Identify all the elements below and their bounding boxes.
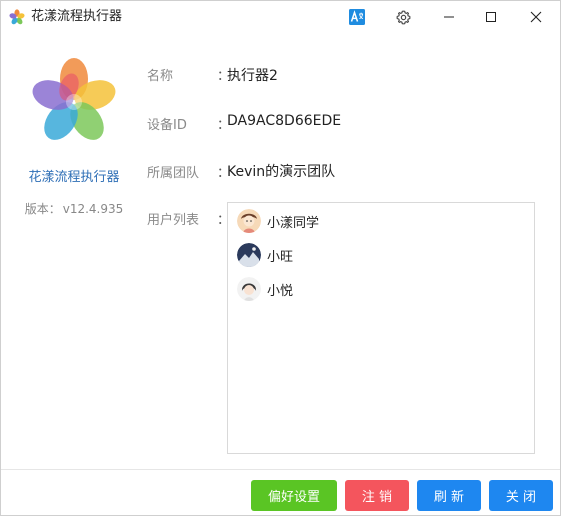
- executor-window: 花漾流程执行器 花漾流程执行器 版本： v12.4.935 名称 ： 执行器2 …: [0, 0, 561, 516]
- gear-icon: [396, 10, 410, 24]
- maximize-button[interactable]: [471, 1, 511, 33]
- device-id-label: 设备ID: [147, 118, 187, 133]
- name-label: 名称: [147, 69, 174, 84]
- list-item[interactable]: 小旺: [237, 242, 293, 268]
- refresh-button[interactable]: 刷 新: [417, 480, 481, 511]
- close-window-button[interactable]: [515, 1, 557, 33]
- version-label: 版本：: [24, 202, 61, 216]
- preferences-button[interactable]: 偏好设置: [251, 480, 337, 511]
- footer-divider: [1, 469, 560, 470]
- settings-button[interactable]: [387, 1, 419, 33]
- user-name: 小漾同学: [267, 215, 320, 231]
- app-logo-icon: [32, 58, 116, 140]
- minimize-button[interactable]: [429, 1, 469, 33]
- translate-button[interactable]: [341, 1, 373, 33]
- app-name: 花漾流程执行器: [28, 170, 120, 185]
- window-title: 花漾流程执行器: [31, 9, 123, 24]
- minimize-icon: [444, 16, 454, 18]
- translate-icon: [349, 9, 365, 25]
- app-flower-icon: [9, 9, 25, 25]
- team-label: 所属团队: [147, 166, 200, 181]
- name-value: 执行器2: [227, 68, 278, 84]
- maximize-icon: [486, 12, 496, 22]
- user-list-label: 用户列表: [147, 213, 200, 228]
- user-avatar-icon: [237, 277, 261, 301]
- user-list[interactable]: 小漾同学 小旺 小悦: [227, 202, 535, 454]
- user-name: 小旺: [267, 249, 294, 265]
- user-avatar-icon: [237, 243, 261, 267]
- device-id-value: DA9AC8D66EDE: [227, 113, 342, 129]
- user-avatar-icon: [237, 209, 261, 233]
- version-number: v12.4.935: [62, 202, 124, 216]
- close-button[interactable]: 关 闭: [489, 480, 553, 511]
- list-item[interactable]: 小漾同学: [237, 208, 319, 234]
- close-icon: [530, 11, 542, 23]
- title-bar: 花漾流程执行器: [1, 1, 560, 33]
- list-item[interactable]: 小悦: [237, 276, 293, 302]
- user-name: 小悦: [267, 283, 294, 299]
- logout-button[interactable]: 注 销: [345, 480, 409, 511]
- team-value: Kevin的演示团队: [227, 164, 336, 180]
- version-text: 版本： v12.4.935: [1, 200, 147, 217]
